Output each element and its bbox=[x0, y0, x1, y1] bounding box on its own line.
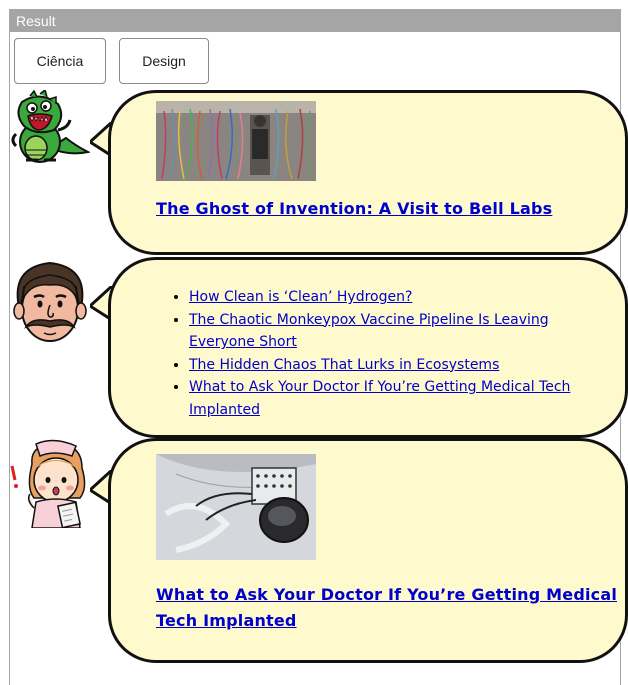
server-cables-photo bbox=[156, 101, 316, 181]
tab-ciencia[interactable]: Ciência bbox=[14, 38, 106, 84]
list-item: The Hidden Chaos That Lurks in Ecosystem… bbox=[189, 354, 609, 377]
post-headline-link[interactable]: The Ghost of Invention: A Visit to Bell … bbox=[156, 196, 616, 222]
dinosaur-avatar-icon bbox=[11, 90, 90, 163]
speech-bubble-link-list: How Clean is ‘Clean’ Hydrogen? The Chaot… bbox=[108, 257, 628, 438]
article-link[interactable]: How Clean is ‘Clean’ Hydrogen? bbox=[189, 289, 412, 305]
speech-bubble-third-post: What to Ask Your Doctor If You’re Gettin… bbox=[108, 438, 628, 663]
article-link-list: How Clean is ‘Clean’ Hydrogen? The Chaot… bbox=[167, 286, 609, 421]
speech-bubble-first-post: The Ghost of Invention: A Visit to Bell … bbox=[108, 90, 628, 255]
list-item: How Clean is ‘Clean’ Hydrogen? bbox=[189, 286, 609, 309]
tab-design[interactable]: Design bbox=[119, 38, 209, 84]
post-headline-link[interactable]: What to Ask Your Doctor If You’re Gettin… bbox=[156, 582, 626, 634]
article-link[interactable]: The Hidden Chaos That Lurks in Ecosystem… bbox=[189, 357, 499, 373]
result-frame: Result Ciência Design The Ghost of Inven… bbox=[9, 9, 628, 685]
medical-implant-photo bbox=[156, 454, 316, 560]
window-title: Result bbox=[10, 10, 620, 32]
mustache-man-avatar-icon bbox=[13, 261, 87, 342]
list-item: What to Ask Your Doctor If You’re Gettin… bbox=[189, 376, 609, 421]
list-item: The Chaotic Monkeypox Vaccine Pipeline I… bbox=[189, 309, 609, 354]
article-link[interactable]: What to Ask Your Doctor If You’re Gettin… bbox=[189, 379, 570, 418]
article-link[interactable]: The Chaotic Monkeypox Vaccine Pipeline I… bbox=[189, 312, 549, 351]
nurse-avatar-icon bbox=[10, 439, 86, 528]
